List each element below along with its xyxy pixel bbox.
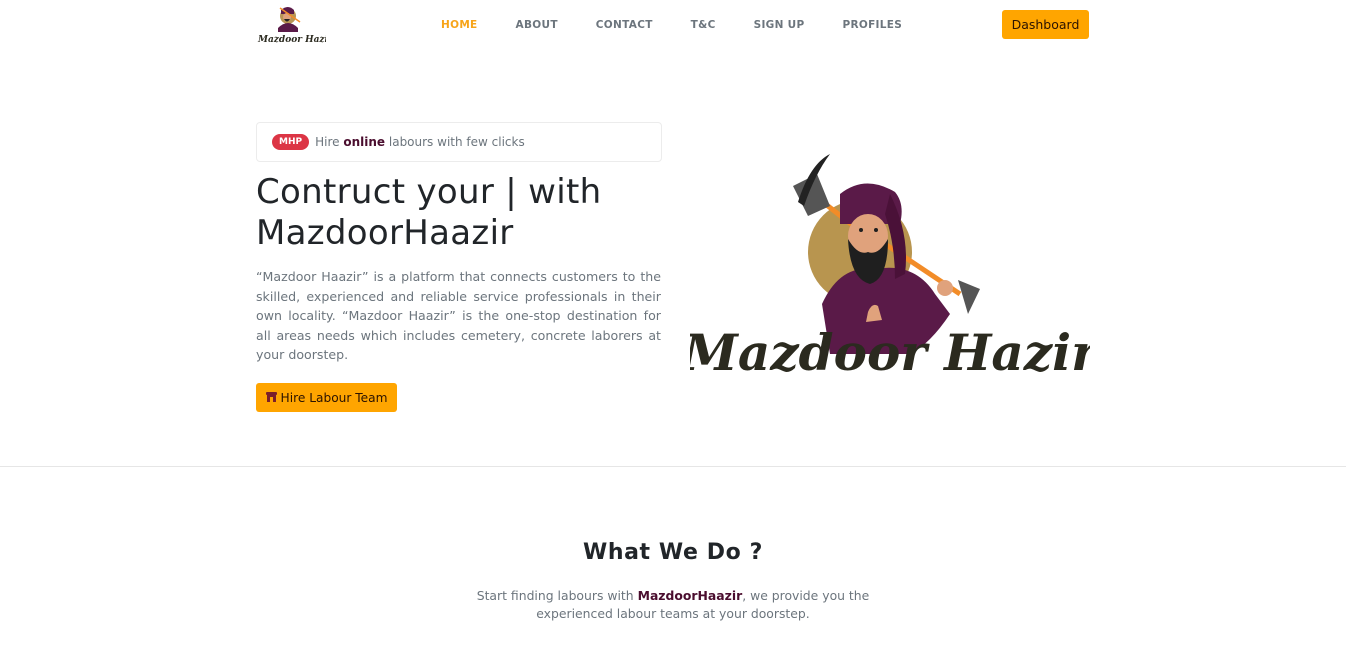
main-nav: HOME ABOUT CONTACT T&C SIGN UP PROFILES	[441, 19, 940, 31]
section-divider	[0, 466, 1346, 467]
nav-home[interactable]: HOME	[441, 19, 478, 31]
nav-sign-up[interactable]: SIGN UP	[754, 19, 805, 31]
tagline-suffix: labours with few clicks	[388, 135, 525, 149]
hero-section: MHP Hire online labours with few clicks …	[0, 52, 1346, 466]
tagline-prefix: Hire	[315, 135, 340, 149]
nav-terms[interactable]: T&C	[691, 19, 716, 31]
tagline-box: MHP Hire online labours with few clicks	[256, 122, 662, 162]
nav-about[interactable]: ABOUT	[516, 19, 558, 31]
store-icon	[265, 391, 277, 405]
nav-profiles[interactable]: PROFILES	[842, 19, 902, 31]
navbar: Mazdoor Hazir HOME ABOUT CONTACT T&C SIG…	[0, 0, 1346, 52]
illustration-text: Mazdoor Hazir	[690, 323, 1090, 382]
site-logo[interactable]: Mazdoor Hazir	[256, 2, 334, 46]
nav-contact[interactable]: CONTACT	[596, 19, 653, 31]
wwd-desc-brand: MazdoorHaazir	[637, 588, 743, 603]
wwd-desc-prefix: Start finding labours with	[476, 588, 634, 603]
what-we-do-description: Start finding labours with MazdoorHaazir…	[443, 587, 903, 623]
mazdoor-hazir-illustration: Mazdoor Hazir	[681, 144, 1101, 384]
tagline-highlight: online	[343, 135, 386, 149]
hero-description: “Mazdoor Haazir” is a platform that conn…	[256, 269, 661, 363]
tagline-text: Hire online labours with few clicks	[315, 135, 525, 149]
hire-labour-team-button[interactable]: Hire Labour Team	[256, 383, 397, 412]
mhp-badge: MHP	[272, 134, 310, 150]
hero-title: Contruct your | with MazdoorHaazir	[256, 172, 602, 253]
hire-labour-team-label: Hire Labour Team	[280, 390, 388, 405]
what-we-do-title: What We Do ?	[582, 540, 763, 565]
dashboard-button[interactable]: Dashboard	[1002, 10, 1089, 39]
logo-text: Mazdoor Hazir	[257, 35, 326, 45]
